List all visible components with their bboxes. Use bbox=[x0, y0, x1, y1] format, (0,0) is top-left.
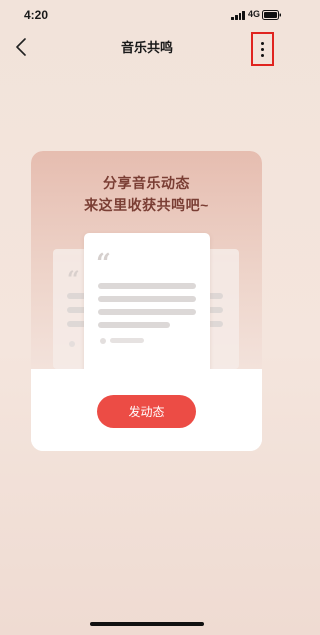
empty-state-title: 分享音乐动态 bbox=[103, 175, 190, 191]
status-bar: 4:20 4G bbox=[0, 0, 294, 32]
nav-bar: 音乐共鸣 bbox=[0, 32, 294, 66]
quote-icon: “ bbox=[96, 249, 111, 279]
page-title: 音乐共鸣 bbox=[120, 40, 173, 55]
empty-state-card: 分享音乐动态 来这里收获共鸣吧~ “ “ 发动态 bbox=[31, 151, 262, 451]
quote-icon: “ bbox=[67, 267, 80, 293]
illustration-document: “ bbox=[84, 233, 210, 383]
home-indicator bbox=[90, 622, 204, 626]
empty-state-footer: 发动态 bbox=[31, 369, 262, 451]
status-time: 4:20 bbox=[24, 8, 49, 22]
more-options-button[interactable] bbox=[251, 32, 274, 66]
signal-icon bbox=[231, 11, 245, 20]
empty-state-subtitle: 来这里收获共鸣吧~ bbox=[84, 197, 209, 213]
empty-state-header: 分享音乐动态 来这里收获共鸣吧~ “ “ bbox=[31, 151, 262, 383]
battery-icon bbox=[262, 10, 281, 20]
network-label: 4G bbox=[248, 9, 261, 19]
more-vertical-icon bbox=[261, 41, 264, 45]
post-moment-button[interactable]: 发动态 bbox=[97, 395, 196, 428]
